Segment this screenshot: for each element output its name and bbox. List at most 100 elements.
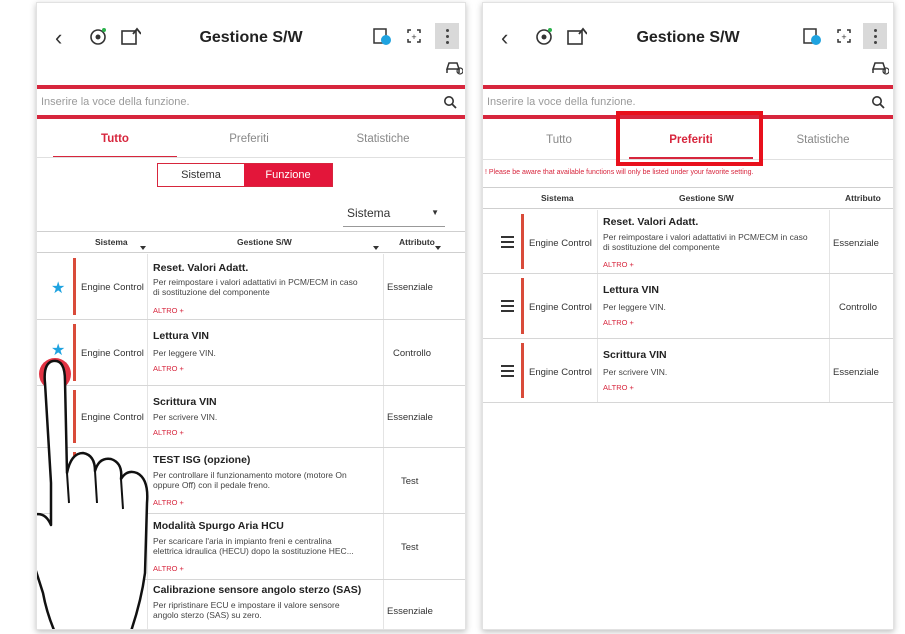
row-description: Per scaricare l'aria in impianto freni e… — [153, 536, 332, 546]
drag-handle-icon[interactable] — [501, 236, 514, 248]
chevron-down-icon: ▼ — [431, 208, 439, 217]
row-divider — [383, 320, 384, 385]
row-attribute: Essenziale — [387, 412, 433, 423]
column-header-system: Sistema — [95, 237, 128, 247]
search-placeholder: Inserire la voce della funzione. — [487, 96, 636, 108]
page-title: Gestione S/W — [636, 29, 740, 46]
row-description: di sostituzione del componente — [153, 287, 270, 297]
row-description: angolo sterzo (SAS) su zero. — [153, 610, 262, 620]
vehicle-icon[interactable] — [871, 59, 889, 75]
row-function-name: Reset. Valori Adatt. — [603, 216, 699, 228]
table-row[interactable]: Engine Control Lettura VIN Per leggere V… — [483, 274, 893, 339]
row-attribute: Test — [401, 542, 419, 553]
sort-icon[interactable] — [373, 246, 379, 250]
row-divider — [383, 386, 384, 447]
row-accent-bar — [73, 258, 76, 315]
row-divider — [597, 210, 598, 273]
search-icon[interactable] — [443, 95, 457, 109]
table-row[interactable]: ★ Engine Control Reset. Valori Adatt. Pe… — [37, 254, 465, 320]
row-attribute: Essenziale — [387, 606, 433, 617]
top-bar: ‹ Gestione S/W + — [37, 3, 465, 75]
sort-icon[interactable] — [140, 246, 146, 250]
row-description: Per scrivere VIN. — [153, 412, 218, 422]
row-attribute: Essenziale — [387, 282, 433, 293]
tab-bar: Tutto Preferiti Statistiche — [37, 124, 465, 158]
row-system: Engine Control — [81, 282, 144, 293]
row-description: Per scrivere VIN. — [603, 367, 668, 377]
row-accent-bar — [521, 214, 524, 269]
search-icon[interactable] — [871, 95, 885, 109]
search-bottom-border — [37, 115, 465, 119]
row-system: Engine Control — [529, 238, 592, 249]
row-divider — [829, 274, 830, 338]
favorites-tab-highlight — [616, 111, 763, 166]
table-header: Sistema Gestione S/W Attributo — [37, 231, 465, 253]
column-header-sw: Gestione S/W — [237, 237, 292, 247]
row-more-link[interactable]: ALTRO + — [603, 318, 634, 327]
page-title: Gestione S/W — [199, 29, 303, 46]
row-more-link[interactable]: ALTRO + — [603, 383, 634, 392]
sort-icon[interactable] — [435, 246, 441, 250]
more-menu-button[interactable] — [863, 23, 887, 49]
tab-statistics[interactable]: Statistiche — [761, 125, 885, 159]
row-divider — [829, 210, 830, 273]
expand-icon[interactable]: + — [833, 25, 855, 47]
tab-statistics[interactable]: Statistiche — [321, 124, 445, 158]
row-attribute: Essenziale — [833, 238, 879, 249]
tab-all[interactable]: Tutto — [497, 125, 621, 159]
row-divider — [383, 580, 384, 629]
tab-favorites[interactable]: Preferiti — [187, 124, 311, 158]
tab-divider — [37, 157, 465, 158]
row-more-link[interactable]: ALTRO + — [153, 498, 184, 507]
table-row[interactable]: Engine Control Reset. Valori Adatt. Per … — [483, 210, 893, 274]
tab-all[interactable]: Tutto — [53, 124, 177, 158]
drag-handle-icon[interactable] — [501, 365, 514, 377]
row-divider — [147, 254, 148, 319]
row-function-name: Reset. Valori Adatt. — [153, 262, 249, 274]
drag-handle-icon[interactable] — [501, 300, 514, 312]
row-divider — [597, 274, 598, 338]
view-toggle: Sistema Funzione — [157, 163, 333, 187]
column-header-attribute: Attributo — [399, 237, 435, 247]
toggle-system-button[interactable]: Sistema — [158, 164, 244, 186]
row-divider — [383, 514, 384, 579]
row-more-link[interactable]: ALTRO + — [153, 364, 184, 373]
row-description: Per leggere VIN. — [153, 348, 216, 358]
system-filter-dropdown[interactable]: Sistema ▼ — [343, 199, 445, 227]
row-function-name: Scrittura VIN — [603, 349, 667, 361]
pointing-hand-icon — [37, 359, 149, 629]
table-row[interactable]: Engine Control Scrittura VIN Per scriver… — [483, 339, 893, 403]
screen-all-functions: ‹ Gestione S/W + Inserire la voce della … — [36, 2, 466, 630]
dtc-count-icon[interactable] — [371, 25, 393, 47]
row-more-link[interactable]: ALTRO + — [153, 306, 184, 315]
row-more-link[interactable]: ALTRO + — [603, 260, 634, 269]
row-divider — [383, 254, 384, 319]
svg-text:+: + — [411, 32, 416, 42]
row-description: elettrica idraulica (HECU) dopo la sosti… — [153, 546, 354, 556]
row-function-name: TEST ISG (opzione) — [153, 454, 251, 466]
row-description: di sostituzione del componente — [603, 242, 720, 252]
top-bar: ‹ Gestione S/W + — [483, 3, 893, 75]
favorite-star-icon[interactable]: ★ — [51, 278, 65, 298]
dtc-count-icon[interactable] — [801, 25, 823, 47]
row-more-link[interactable]: ALTRO + — [153, 564, 184, 573]
favorites-notice: ! Please be aware that available functio… — [485, 169, 754, 176]
row-description: Per reimpostare i valori adattativi in P… — [153, 277, 358, 287]
vehicle-icon[interactable] — [445, 59, 463, 75]
row-system: Engine Control — [529, 367, 592, 378]
row-description: oppure Off) con il pedale freno. — [153, 480, 271, 490]
search-field[interactable]: Inserire la voce della funzione. — [37, 91, 465, 115]
search-top-border — [483, 85, 893, 89]
more-menu-button[interactable] — [435, 23, 459, 49]
row-accent-bar — [521, 278, 524, 334]
expand-icon[interactable]: + — [403, 25, 425, 47]
toggle-function-button[interactable]: Funzione — [244, 164, 332, 186]
column-header-attribute: Attributo — [845, 193, 881, 203]
row-divider — [597, 339, 598, 402]
row-description: Per ripristinare ECU e impostare il valo… — [153, 600, 340, 610]
search-top-border — [37, 85, 465, 89]
row-accent-bar — [521, 343, 524, 398]
row-description: Per controllare il funzionamento motore … — [153, 470, 347, 480]
row-more-link[interactable]: ALTRO + — [153, 428, 184, 437]
screen-favorites: ‹ Gestione S/W + Inserire la voce della … — [482, 2, 894, 630]
